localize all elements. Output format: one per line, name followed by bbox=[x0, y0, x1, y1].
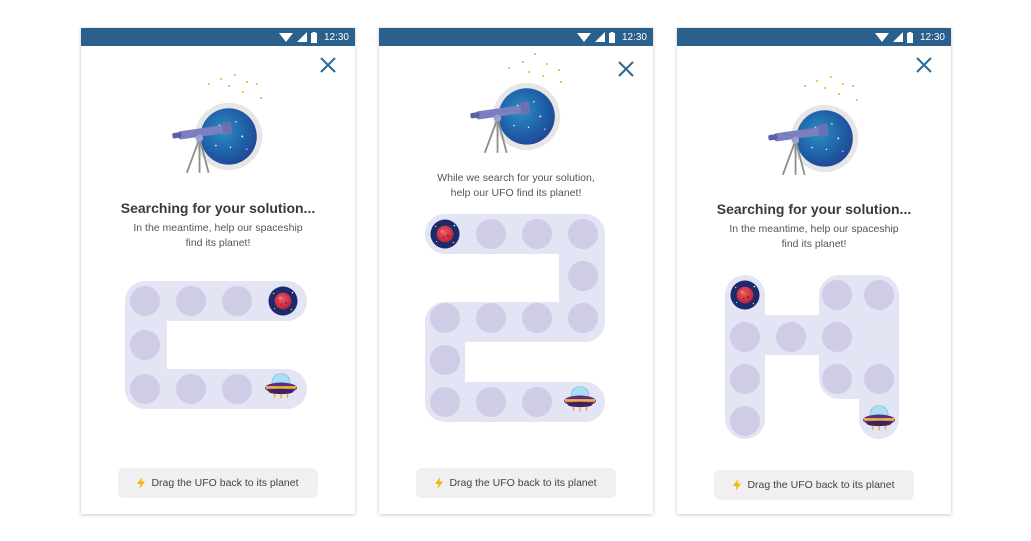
subtitle: While we search for your solution, help … bbox=[437, 172, 595, 199]
close-icon[interactable] bbox=[319, 56, 337, 74]
lightning-icon bbox=[435, 477, 443, 489]
screen-1: 12:30 Searching for your solution... In … bbox=[81, 28, 355, 514]
board-cell bbox=[222, 374, 252, 404]
telescope-icon bbox=[171, 101, 264, 174]
stars-decoration bbox=[208, 74, 262, 99]
board-cell bbox=[822, 322, 852, 352]
board-cell bbox=[568, 261, 598, 291]
signal-icon bbox=[892, 32, 903, 42]
signal-icon bbox=[296, 32, 307, 42]
puzzle-board bbox=[125, 281, 307, 409]
board-cell bbox=[822, 364, 852, 394]
signal-icon bbox=[594, 32, 605, 42]
telescope-icon bbox=[767, 103, 860, 176]
telescope-illustration bbox=[767, 76, 860, 176]
screen-2: 12:30 While we search for your solution,… bbox=[379, 28, 653, 514]
board-cell bbox=[476, 303, 506, 333]
hint-label: Drag the UFO back to its planet bbox=[747, 479, 895, 491]
hint-button[interactable]: Drag the UFO back to its planet bbox=[118, 468, 318, 498]
board-cell bbox=[430, 303, 460, 333]
subtitle: In the meantime, help our spaceship find… bbox=[729, 223, 899, 250]
page-title: Searching for your solution... bbox=[120, 200, 316, 216]
board-cell bbox=[176, 286, 206, 316]
board-cell bbox=[476, 387, 506, 417]
board-cell bbox=[522, 387, 552, 417]
board-cell bbox=[522, 303, 552, 333]
wifi-icon bbox=[278, 33, 293, 42]
puzzle-board bbox=[725, 275, 899, 439]
status-bar: 12:30 bbox=[81, 28, 355, 46]
board-cell bbox=[776, 322, 806, 352]
wifi-icon bbox=[874, 33, 889, 42]
board-cell bbox=[430, 345, 460, 375]
planet-icon bbox=[268, 286, 298, 316]
hint-button[interactable]: Drag the UFO back to its planet bbox=[416, 468, 616, 498]
status-bar: 12:30 bbox=[379, 28, 653, 46]
page-title: Searching for your solution... bbox=[716, 201, 912, 217]
lightning-icon bbox=[137, 477, 145, 489]
board-cell bbox=[568, 219, 598, 249]
planet-icon bbox=[730, 280, 760, 310]
board-cell bbox=[130, 286, 160, 316]
puzzle-board bbox=[425, 214, 605, 422]
screen-3: 12:30 Searching for your solution... In … bbox=[677, 28, 951, 514]
status-bar: 12:30 bbox=[677, 28, 951, 46]
hint-button[interactable]: Drag the UFO back to its planet bbox=[714, 470, 914, 500]
board-cell bbox=[222, 286, 252, 316]
status-time: 12:30 bbox=[323, 31, 349, 43]
close-icon[interactable] bbox=[617, 60, 635, 78]
close-icon[interactable] bbox=[915, 56, 933, 74]
stars-decoration bbox=[508, 53, 562, 83]
board-cell bbox=[730, 364, 760, 394]
lightning-icon bbox=[733, 479, 741, 491]
status-time: 12:30 bbox=[621, 31, 647, 43]
telescope-icon bbox=[469, 81, 562, 154]
subtitle: In the meantime, help our spaceship find… bbox=[133, 222, 303, 249]
hint-label: Drag the UFO back to its planet bbox=[449, 477, 597, 489]
wifi-icon bbox=[576, 33, 591, 42]
telescope-illustration bbox=[469, 53, 562, 154]
battery-icon bbox=[906, 31, 913, 43]
board-cell bbox=[476, 219, 506, 249]
board-cell bbox=[864, 280, 894, 310]
board-cell bbox=[130, 330, 160, 360]
board-cell bbox=[522, 219, 552, 249]
board-cell bbox=[130, 374, 160, 404]
hint-label: Drag the UFO back to its planet bbox=[151, 477, 299, 489]
board-cell bbox=[822, 280, 852, 310]
board-cell bbox=[568, 303, 598, 333]
board-cell bbox=[730, 322, 760, 352]
status-time: 12:30 bbox=[919, 31, 945, 43]
planet-icon bbox=[430, 219, 460, 249]
stars-decoration bbox=[804, 76, 858, 101]
board-cell bbox=[176, 374, 206, 404]
board-cell bbox=[864, 364, 894, 394]
board-cell bbox=[730, 406, 760, 436]
board-cell bbox=[430, 387, 460, 417]
battery-icon bbox=[310, 31, 317, 43]
telescope-illustration bbox=[171, 74, 264, 174]
battery-icon bbox=[608, 31, 615, 43]
